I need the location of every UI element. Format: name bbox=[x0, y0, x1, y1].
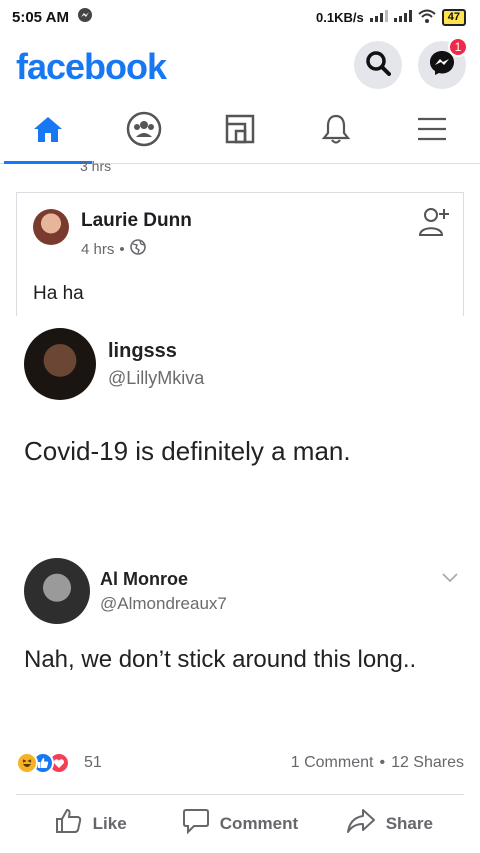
tab-notifications[interactable] bbox=[288, 100, 384, 163]
tweet1-name: lingsss bbox=[108, 340, 177, 362]
add-friend-button[interactable] bbox=[417, 205, 451, 242]
tweet-avatar-2 bbox=[24, 558, 90, 624]
marketplace-icon bbox=[225, 114, 255, 149]
comments-shares: 1 Comment • 12 Shares bbox=[290, 754, 464, 772]
messenger-button[interactable]: 1 bbox=[418, 37, 468, 89]
post-stats: 51 1 Comment • 12 Shares bbox=[0, 740, 480, 786]
search-icon bbox=[365, 50, 391, 81]
tab-menu[interactable] bbox=[384, 100, 480, 163]
shares-count[interactable]: 12 Shares bbox=[391, 754, 464, 772]
wifi-icon bbox=[418, 9, 436, 26]
status-time: 5:05 AM bbox=[12, 8, 69, 26]
share-button[interactable]: Share bbox=[315, 795, 464, 852]
like-button[interactable]: Like bbox=[16, 795, 165, 852]
chevron-down-icon bbox=[442, 570, 458, 588]
reactions-summary[interactable]: 51 bbox=[16, 752, 102, 774]
tab-home[interactable] bbox=[0, 100, 96, 164]
menu-icon bbox=[417, 117, 447, 146]
comment-button[interactable]: Comment bbox=[165, 795, 314, 852]
tab-groups[interactable] bbox=[96, 100, 192, 163]
add-friend-icon bbox=[417, 208, 451, 241]
tweet1-handle: @LillyMkiva bbox=[108, 368, 205, 388]
previous-post-time: 3 hrs bbox=[80, 158, 112, 174]
share-label: Share bbox=[385, 813, 433, 833]
facebook-logo[interactable]: facebook bbox=[16, 46, 167, 88]
comment-icon bbox=[182, 808, 210, 839]
signal-icon-2 bbox=[393, 9, 412, 25]
like-label: Like bbox=[92, 813, 127, 833]
comment-label: Comment bbox=[219, 813, 299, 833]
post-time[interactable]: 4 hrs bbox=[81, 241, 114, 258]
reactions-count: 51 bbox=[84, 754, 102, 771]
network-speed: 0.1KB/s bbox=[316, 9, 364, 25]
status-bar: 5:05 AM 0.1KB/s 47 bbox=[0, 0, 480, 34]
bell-icon bbox=[321, 113, 351, 150]
post-text: Ha ha bbox=[33, 283, 84, 304]
tweet-avatar-1 bbox=[24, 328, 96, 400]
search-button[interactable] bbox=[354, 41, 402, 89]
post-image[interactable]: lingsss @LillyMkiva Covid-19 is definite… bbox=[0, 316, 480, 734]
comments-count[interactable]: 1 Comment bbox=[291, 754, 374, 772]
tweet2-text: Nah, we don’t stick around this long.. bbox=[24, 646, 417, 673]
signal-icon bbox=[369, 9, 388, 25]
post-author[interactable]: Laurie Dunn bbox=[81, 210, 192, 232]
avatar[interactable] bbox=[33, 209, 69, 245]
tweet2-name: Al Monroe bbox=[100, 569, 188, 589]
home-icon bbox=[32, 114, 64, 149]
thumbs-up-icon bbox=[55, 808, 83, 839]
tab-marketplace[interactable] bbox=[192, 100, 288, 163]
share-icon bbox=[346, 808, 376, 839]
battery-indicator: 47 bbox=[441, 8, 466, 26]
post-actions: Like Comment Share bbox=[16, 794, 464, 852]
post-meta: 4 hrs • bbox=[81, 239, 146, 259]
messenger-badge: 1 bbox=[448, 37, 468, 57]
globe-icon bbox=[129, 239, 146, 259]
haha-reaction-icon bbox=[16, 752, 38, 774]
messenger-notification-icon bbox=[77, 7, 93, 27]
main-nav bbox=[0, 100, 480, 164]
app-header: facebook 1 bbox=[0, 34, 480, 98]
groups-icon bbox=[126, 111, 162, 152]
tweet2-handle: @Almondreaux7 bbox=[100, 594, 227, 613]
tweet1-text: Covid-19 is definitely a man. bbox=[24, 436, 351, 466]
